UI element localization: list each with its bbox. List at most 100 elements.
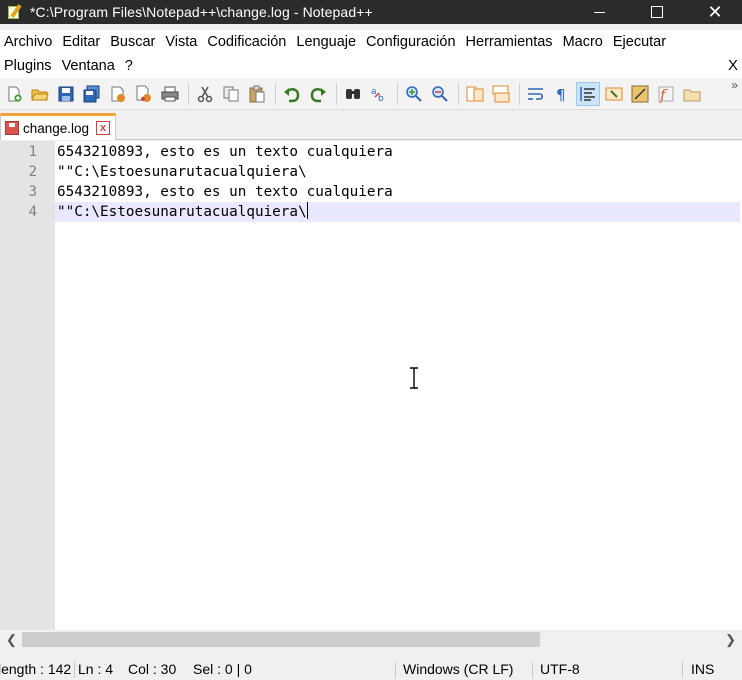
replace-icon: ab: [371, 87, 384, 103]
toolbar-overflow-button[interactable]: »: [731, 78, 738, 92]
unsaved-file-icon: [5, 121, 19, 135]
macro-icon: f: [658, 86, 674, 103]
text-line[interactable]: 6543210893, esto es un texto cualquiera: [55, 182, 740, 202]
text-caret: [306, 202, 308, 219]
close-window-button[interactable]: ✕: [686, 0, 742, 24]
close-all-button[interactable]: [132, 82, 156, 106]
tab-bar: change.log x: [0, 110, 742, 140]
notepad-icon: [6, 4, 22, 20]
paste-icon: [249, 85, 265, 102]
menu-bar: Archivo Editar Buscar Vista Codificación Leng…: [0, 30, 742, 78]
scrollbar-thumb[interactable]: [22, 632, 540, 647]
document-map-button[interactable]: [602, 82, 626, 106]
redo-icon: [310, 87, 326, 102]
undo-icon: [284, 87, 300, 102]
indent-guide-icon: [580, 86, 595, 101]
toolbar-separator: [275, 82, 276, 105]
svg-text:¶: ¶: [556, 86, 566, 103]
tab-label: change.log: [23, 120, 90, 136]
text-cursor-icon: [410, 367, 418, 389]
save-button[interactable]: [54, 82, 78, 106]
replace-button[interactable]: ab: [367, 82, 391, 106]
open-file-icon: [31, 89, 49, 100]
svg-text:f: f: [659, 86, 668, 103]
print-button[interactable]: [158, 82, 182, 106]
menu-archivo[interactable]: Archivo: [0, 34, 56, 50]
minimize-button[interactable]: [570, 0, 628, 24]
word-wrap-button[interactable]: [524, 82, 548, 106]
status-divider: [532, 662, 533, 678]
line-text: ""C:\Estoesunarutacualquiera\: [57, 164, 307, 180]
text-area[interactable]: 6543210893, esto es un texto cualquiera …: [55, 141, 742, 630]
redo-button[interactable]: [306, 82, 330, 106]
status-divider: [395, 662, 396, 678]
menu-macro[interactable]: Macro: [559, 34, 607, 50]
close-document-button[interactable]: X: [728, 57, 738, 74]
menu-herramientas[interactable]: Herramientas: [462, 34, 557, 50]
menu-ejecutar[interactable]: Ejecutar: [609, 34, 670, 50]
close-icon: ✕: [707, 2, 723, 22]
macro-button[interactable]: f: [654, 82, 678, 106]
horizontal-scrollbar[interactable]: ❮ ❯: [0, 630, 742, 649]
menu-plugins[interactable]: Plugins: [0, 58, 56, 74]
copy-button[interactable]: [219, 82, 243, 106]
maximize-icon: [651, 6, 663, 18]
open-file-button[interactable]: [28, 82, 52, 106]
toolbar: ab ¶ f »: [0, 78, 742, 110]
menu-codificaci-n[interactable]: Codificación: [203, 34, 290, 50]
paste-button[interactable]: [245, 82, 269, 106]
toolbar-separator: [188, 82, 189, 105]
current-text-line[interactable]: ""C:\Estoesunarutacualquiera\: [55, 202, 740, 222]
find-button[interactable]: [341, 82, 365, 106]
toolbar-separator: [397, 82, 398, 105]
menu-lenguaje[interactable]: Lenguaje: [292, 34, 360, 50]
status-length: length : 142: [0, 661, 72, 677]
menu-buscar[interactable]: Buscar: [106, 34, 159, 50]
sync-vertical-icon: [466, 86, 484, 101]
function-list-button[interactable]: [628, 82, 652, 106]
window-title: *C:\Program Files\Notepad++\change.log -…: [30, 4, 373, 20]
undo-button[interactable]: [280, 82, 304, 106]
cut-button[interactable]: [193, 82, 217, 106]
editor-area[interactable]: 1 2 3 4 6543210893, esto es un texto cua…: [0, 141, 742, 630]
zoom-in-icon: [406, 85, 422, 102]
close-icon: [111, 86, 125, 102]
sync-horizontal-button[interactable]: [489, 82, 513, 106]
indent-guide-button[interactable]: [576, 81, 600, 106]
status-eol[interactable]: Windows (CR LF): [403, 661, 513, 677]
status-encoding[interactable]: UTF-8: [540, 661, 580, 677]
maximize-button[interactable]: [628, 0, 686, 24]
save-all-button[interactable]: [80, 82, 104, 106]
menu-configuraci-n[interactable]: Configuración: [362, 34, 459, 50]
function-list-icon: [631, 85, 649, 102]
menu-ventana[interactable]: Ventana: [58, 58, 119, 74]
menu-vista[interactable]: Vista: [161, 34, 201, 50]
line-number-gutter: 1 2 3 4: [0, 141, 55, 630]
save-all-icon: [83, 85, 100, 102]
sync-vertical-button[interactable]: [463, 82, 487, 106]
text-line[interactable]: ""C:\Estoesunarutacualquiera\: [55, 162, 740, 182]
close-file-button[interactable]: [106, 82, 130, 106]
scroll-right-icon[interactable]: ❯: [725, 632, 736, 648]
tab-change-log[interactable]: change.log x: [0, 113, 116, 140]
menu-row-1: Archivo Editar Buscar Vista Codificación Leng…: [0, 30, 672, 54]
text-line[interactable]: 6543210893, esto es un texto cualquiera: [55, 142, 740, 162]
zoom-out-button[interactable]: [428, 82, 452, 106]
folder-workspace-button[interactable]: [680, 82, 704, 106]
zoom-in-button[interactable]: [402, 82, 426, 106]
line-number: 1: [28, 144, 37, 160]
scroll-left-icon[interactable]: ❮: [6, 632, 17, 648]
new-file-button[interactable]: [2, 82, 26, 106]
tab-close-button[interactable]: x: [96, 121, 111, 135]
status-bar: length : 142 Ln : 4 Col : 30 Sel : 0 | 0…: [0, 659, 742, 680]
line-number: 4: [28, 204, 37, 220]
menu-help[interactable]: ?: [121, 58, 137, 74]
menu-editar[interactable]: Editar: [58, 34, 104, 50]
show-all-chars-button[interactable]: ¶: [550, 82, 574, 106]
line-text: 6543210893, esto es un texto cualquiera: [57, 184, 393, 200]
toolbar-separator: [458, 82, 459, 105]
status-line: Ln : 4: [78, 661, 114, 677]
save-icon: [58, 86, 74, 101]
word-wrap-icon: [528, 87, 544, 100]
folder-icon: [683, 89, 701, 101]
